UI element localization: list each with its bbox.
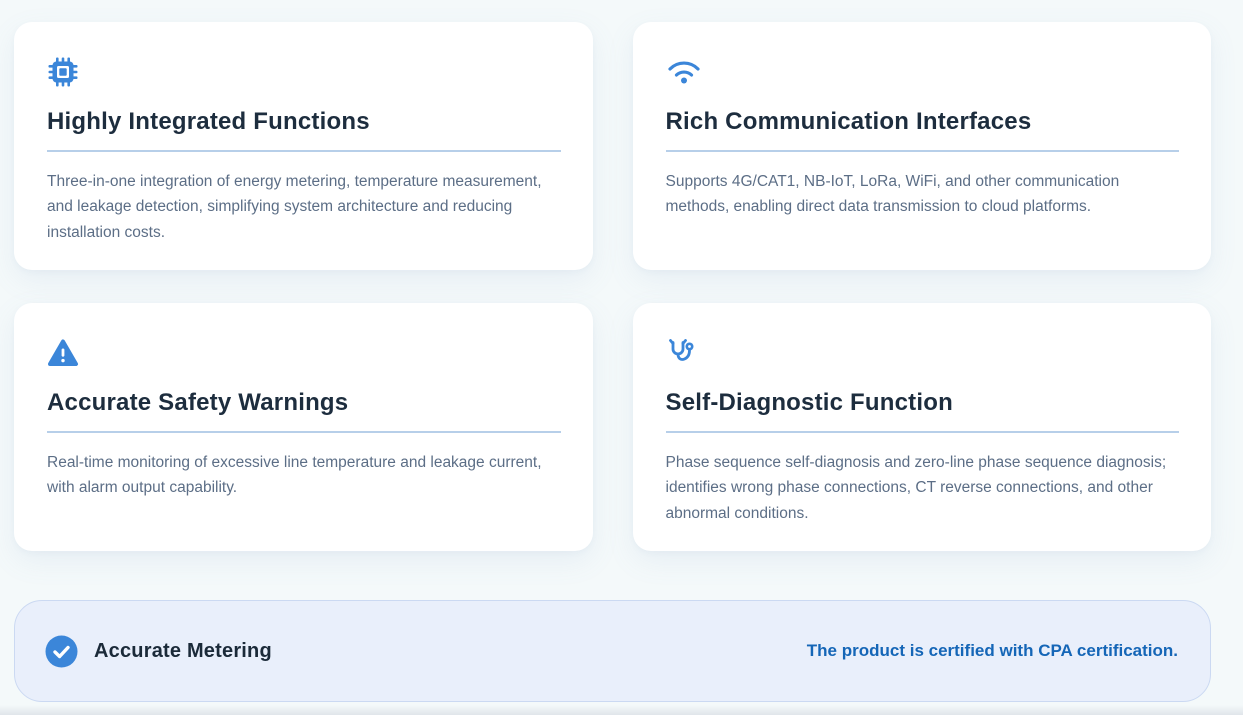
card-divider (47, 150, 561, 152)
card-divider (666, 150, 1180, 152)
card-accurate-safety-warnings: Accurate Safety Warnings Real-time monit… (14, 303, 593, 551)
card-highly-integrated-functions: Highly Integrated Functions Three-in-one… (14, 22, 593, 270)
banner-left-group: Accurate Metering (45, 635, 272, 668)
certification-note: The product is certified with CPA certif… (807, 641, 1178, 661)
banner-label: Accurate Metering (94, 640, 272, 663)
feature-cards-grid: Highly Integrated Functions Three-in-one… (14, 22, 1211, 551)
wifi-icon (666, 56, 700, 88)
card-rich-communication-interfaces: Rich Communication Interfaces Supports 4… (633, 22, 1212, 270)
card-title: Rich Communication Interfaces (666, 108, 1180, 137)
card-description: Supports 4G/CAT1, NB-IoT, LoRa, WiFi, an… (666, 169, 1180, 220)
card-title: Self-Diagnostic Function (666, 389, 1180, 418)
card-description: Three-in-one integration of energy meter… (47, 169, 561, 246)
features-page: Highly Integrated Functions Three-in-one… (0, 0, 1243, 715)
accurate-metering-banner: Accurate Metering The product is certifi… (14, 600, 1211, 702)
warning-triangle-icon (47, 337, 81, 369)
card-divider (47, 431, 561, 433)
card-description: Real-time monitoring of excessive line t… (47, 450, 561, 501)
card-description: Phase sequence self-diagnosis and zero-l… (666, 450, 1180, 527)
check-circle-icon (45, 635, 78, 668)
card-title: Highly Integrated Functions (47, 108, 561, 137)
card-title: Accurate Safety Warnings (47, 389, 561, 418)
stethoscope-icon (666, 337, 700, 369)
card-self-diagnostic-function: Self-Diagnostic Function Phase sequence … (633, 303, 1212, 551)
bottom-fade (0, 705, 1243, 715)
microchip-icon (47, 56, 81, 88)
card-divider (666, 431, 1180, 433)
